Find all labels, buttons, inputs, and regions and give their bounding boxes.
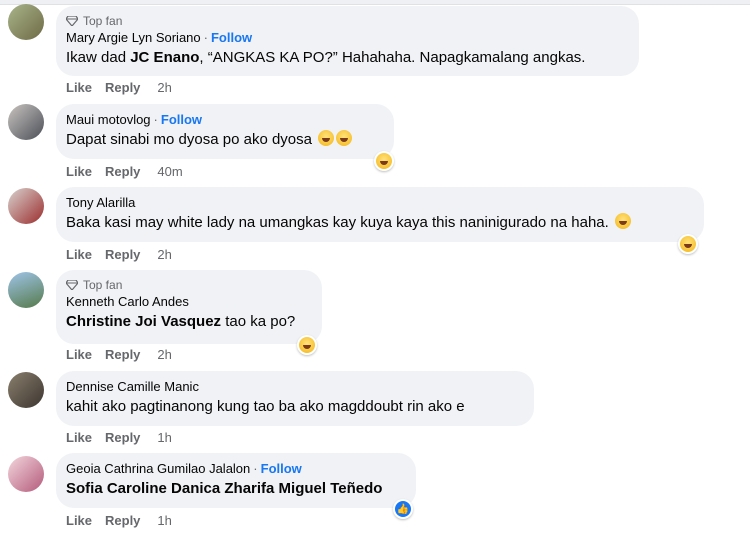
commenter-name[interactable]: Dennise Camille Manic bbox=[66, 379, 199, 394]
top-fan-badge: Top fan bbox=[66, 277, 310, 293]
follow-button[interactable]: Follow bbox=[211, 30, 252, 45]
mention-link[interactable]: Sofia Caroline Danica Zharifa Miguel Teñ… bbox=[66, 480, 382, 497]
comment-bubble: Maui motovlog · Follow Dapat sinabi mo dyo… bbox=[56, 104, 394, 159]
laughing-emoji-icon bbox=[615, 213, 631, 229]
comment-text: kahit ako pagtinanong kung tao ba ako ma… bbox=[66, 397, 522, 417]
laughing-emoji-icon bbox=[318, 130, 335, 146]
comment-actions: Like Reply 2h bbox=[66, 80, 172, 95]
like-button[interactable]: Like bbox=[66, 164, 92, 179]
reaction-haha-icon[interactable] bbox=[374, 151, 394, 171]
top-divider bbox=[0, 0, 750, 5]
comment-text: Baka kasi may white lady na umangkas kay… bbox=[66, 213, 692, 233]
commenter-name[interactable]: Geoia Cathrina Gumilao Jalalon bbox=[66, 461, 250, 476]
timestamp[interactable]: 2h bbox=[157, 80, 171, 95]
commenter-name[interactable]: Kenneth Carlo Andes bbox=[66, 294, 189, 309]
avatar[interactable] bbox=[8, 104, 44, 140]
avatar[interactable] bbox=[8, 188, 44, 224]
like-button[interactable]: Like bbox=[66, 80, 92, 95]
comment-text: Ikaw dad JC Enano, “ANGKAS KA PO?” Hahah… bbox=[66, 48, 627, 68]
diamond-icon bbox=[66, 16, 78, 26]
timestamp[interactable]: 2h bbox=[157, 347, 171, 362]
reaction-haha-icon[interactable] bbox=[678, 234, 698, 254]
diamond-icon bbox=[66, 280, 78, 290]
comment-bubble: Tony Alarilla Baka kasi may white lady n… bbox=[56, 187, 704, 242]
mention-link[interactable]: JC Enano bbox=[130, 49, 199, 66]
comment-text-body: Baka kasi may white lady na umangkas kay… bbox=[66, 214, 609, 231]
like-button[interactable]: Like bbox=[66, 347, 92, 362]
avatar[interactable] bbox=[8, 372, 44, 408]
commenter-name[interactable]: Tony Alarilla bbox=[66, 195, 135, 210]
top-fan-label: Top fan bbox=[83, 14, 123, 28]
dot-separator: · bbox=[253, 461, 258, 476]
timestamp[interactable]: 2h bbox=[157, 247, 171, 262]
top-fan-label: Top fan bbox=[83, 278, 123, 292]
comment-bubble: Dennise Camille Manic kahit ako pagtinan… bbox=[56, 371, 534, 426]
comment-text-start: Ikaw dad bbox=[66, 49, 131, 66]
timestamp[interactable]: 1h bbox=[157, 513, 171, 528]
comment-bubble: Top fan Kenneth Carlo Andes Christine Jo… bbox=[56, 270, 322, 344]
comment-bubble: Geoia Cathrina Gumilao Jalalon · Follow So… bbox=[56, 453, 416, 508]
like-button[interactable]: Like bbox=[66, 430, 92, 445]
comment-actions: Like Reply 40m bbox=[66, 164, 183, 179]
avatar[interactable] bbox=[8, 272, 44, 308]
top-fan-badge: Top fan bbox=[66, 13, 627, 29]
commenter-name[interactable]: Maui motovlog bbox=[66, 112, 151, 127]
dot-separator: · bbox=[153, 112, 158, 127]
comment-actions: Like Reply 2h bbox=[66, 247, 172, 262]
comment-text-end: tao ka po? bbox=[221, 313, 296, 330]
dot-separator: · bbox=[203, 30, 208, 45]
like-button[interactable]: Like bbox=[66, 513, 92, 528]
reply-button[interactable]: Reply bbox=[105, 513, 140, 528]
comment-text-end: , “ANGKAS KA PO?” Hahahaha. Napagkamalan… bbox=[199, 49, 586, 66]
avatar[interactable] bbox=[8, 456, 44, 492]
reply-button[interactable]: Reply bbox=[105, 164, 140, 179]
comment-actions: Like Reply 1h bbox=[66, 430, 172, 445]
timestamp[interactable]: 1h bbox=[157, 430, 171, 445]
comment-text: Christine Joi Vasquez tao ka po? bbox=[66, 312, 310, 332]
comment-actions: Like Reply 2h bbox=[66, 347, 172, 362]
follow-button[interactable]: Follow bbox=[161, 112, 202, 127]
reply-button[interactable]: Reply bbox=[105, 80, 140, 95]
comment-text-body: Dapat sinabi mo dyosa po ako dyosa bbox=[66, 131, 312, 148]
comment-text-body: kahit ako pagtinanong kung tao ba ako ma… bbox=[66, 398, 465, 415]
comment-actions: Like Reply 1h bbox=[66, 513, 172, 528]
comment-text: Sofia Caroline Danica Zharifa Miguel Teñ… bbox=[66, 479, 404, 499]
comment-bubble: Top fan Mary Argie Lyn Soriano · Follow Ik… bbox=[56, 6, 639, 76]
reply-button[interactable]: Reply bbox=[105, 430, 140, 445]
reply-button[interactable]: Reply bbox=[105, 247, 140, 262]
avatar[interactable] bbox=[8, 4, 44, 40]
mention-link[interactable]: Christine Joi Vasquez bbox=[66, 313, 221, 330]
like-button[interactable]: Like bbox=[66, 247, 92, 262]
reaction-haha-icon[interactable] bbox=[297, 335, 317, 355]
follow-button[interactable]: Follow bbox=[261, 461, 302, 476]
reply-button[interactable]: Reply bbox=[105, 347, 140, 362]
timestamp[interactable]: 40m bbox=[157, 164, 182, 179]
commenter-name[interactable]: Mary Argie Lyn Soriano bbox=[66, 30, 201, 45]
laughing-emoji-icon bbox=[336, 130, 353, 146]
reaction-like-icon[interactable]: 👍 bbox=[393, 499, 413, 519]
comment-text: Dapat sinabi mo dyosa po ako dyosa bbox=[66, 130, 382, 150]
